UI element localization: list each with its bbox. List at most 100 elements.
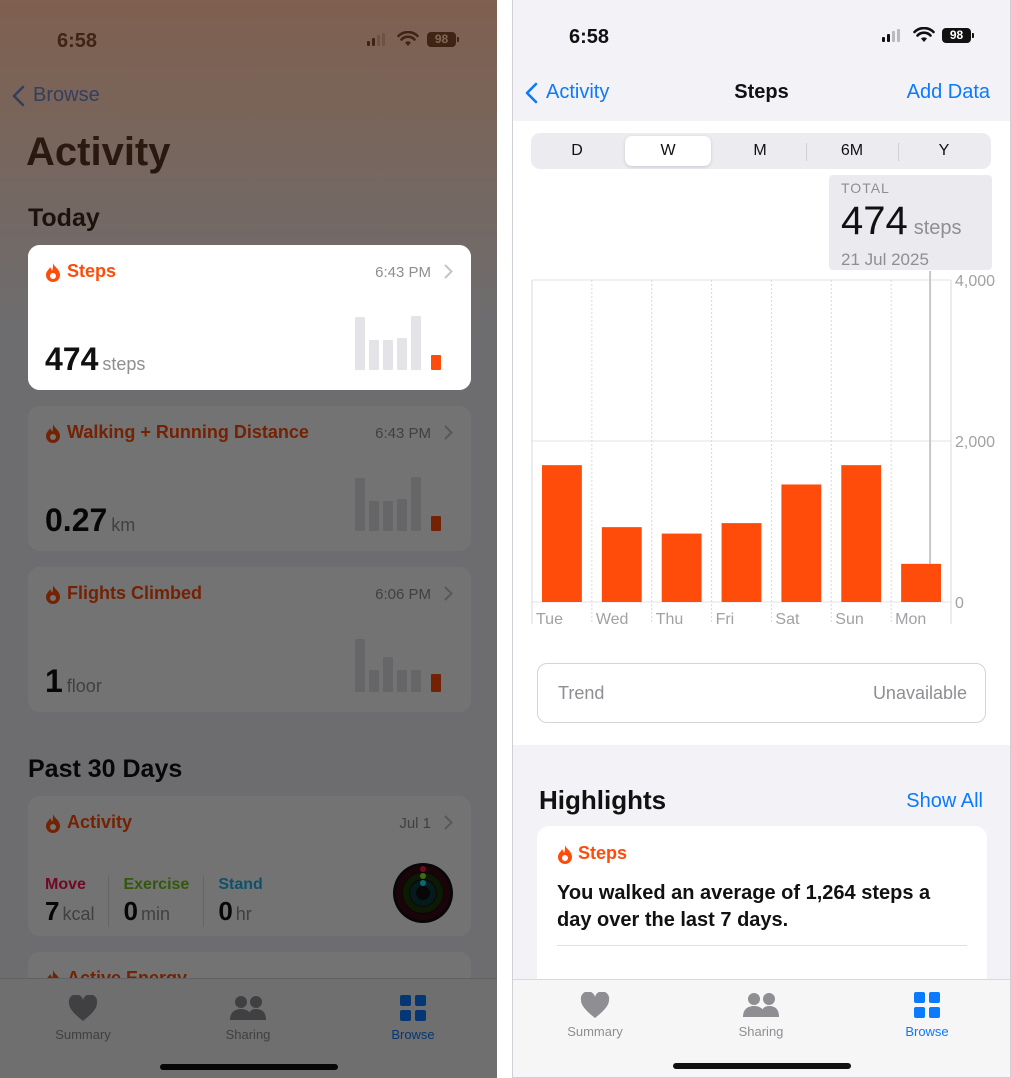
exercise-label: Exercise [123,876,190,893]
screen-divider [497,0,512,1078]
steps-card[interactable]: Steps 6:43 PM 474 steps [28,245,471,390]
segment-month[interactable]: M [717,136,803,166]
home-indicator [160,1064,338,1070]
mini-bar [411,316,421,370]
mini-bar [383,657,393,692]
page-title: Activity [26,130,171,174]
y-tick-label: 4,000 [955,273,995,290]
back-label: Browse [33,84,100,106]
bar [542,465,582,602]
distance-card-value: 0.27 km [45,502,136,538]
x-tick-label: Wed [596,611,629,628]
tab-summary[interactable]: Summary [540,990,650,1039]
mini-bar [369,340,379,370]
segment-6-months[interactable]: 6M [809,136,895,166]
activity-card-time: Jul 1 [399,815,431,832]
battery-icon: 98 [427,32,459,47]
tab-sharing[interactable]: Sharing [193,993,303,1042]
cellular-signal-icon [367,33,385,46]
bar [781,484,822,602]
tab-bar: Summary Sharing Browse [0,978,497,1078]
mini-bar [383,501,393,531]
steps-mini-chart [355,314,451,370]
bar [661,533,702,602]
highlight-card-title: Steps [578,843,628,863]
steps-card-header: Steps [45,261,116,282]
segment-day[interactable]: D [534,136,620,166]
bar [601,527,642,602]
section-today: Today [28,204,100,232]
segment-week[interactable]: W [625,136,711,166]
flights-card[interactable]: Flights Climbed 6:06 PM 1 floor [28,567,471,712]
battery-icon: 98 [942,28,974,43]
distance-card-header: Walking + Running Distance [45,422,309,443]
activity-rings-card[interactable]: Activity Jul 1 Move 7 kcal Exercise 0 min … [28,796,471,936]
steps-card-value: 474 steps [45,341,146,377]
steps-detail-screen: 6:58 98 Activity Steps Add Data D W M 6M… [512,0,1011,1078]
mini-bar [431,516,441,531]
people-icon [230,996,266,1020]
activity-rings-icon [393,863,453,923]
chevron-right-icon [444,264,453,279]
section-past-30-days: Past 30 Days [28,755,183,783]
heart-icon [68,994,98,1021]
highlights-title: Highlights [539,785,667,815]
steps-bar-chart: 4,000 2,000 0 Tue Wed Thu Fri Sat Sun Mon [531,271,995,628]
mini-bar [383,340,393,370]
chevron-left-icon [12,85,25,106]
tab-sharing-label: Sharing [738,1024,784,1039]
tab-sharing[interactable]: Sharing [706,990,816,1039]
status-bar: 6:58 98 [0,24,497,54]
x-tick-label: Sun [835,611,863,628]
x-tick-label: Tue [536,611,563,628]
show-all-link[interactable]: Show All [906,790,983,813]
flame-icon [46,262,60,282]
people-icon [743,993,779,1017]
distance-card-title: Walking + Running Distance [67,422,309,442]
mini-bar [431,355,441,370]
y-tick-label: 0 [955,595,964,612]
exercise-value: 0 min [123,896,170,926]
flame-icon [46,813,60,833]
add-data-button[interactable]: Add Data [907,81,990,104]
status-bar: 6:58 98 [513,20,1010,50]
x-tick-label: Fri [716,611,735,628]
flame-icon [46,584,60,604]
tab-summary-label: Summary [55,1027,111,1042]
activity-card-title: Activity [67,812,133,832]
mini-bar [397,670,407,692]
mini-bar [369,670,379,692]
trend-row[interactable]: Trend Unavailable [537,663,986,723]
wifi-icon [913,27,935,42]
tab-summary-label: Summary [567,1024,623,1039]
distance-card[interactable]: Walking + Running Distance 6:43 PM 0.27 k… [28,406,471,551]
mini-bar [397,338,407,370]
mini-bar [397,499,407,531]
status-time: 6:58 [57,30,98,52]
chevron-right-icon [444,425,453,440]
distance-mini-chart [355,475,451,531]
mini-bar [355,639,365,692]
flights-card-title: Flights Climbed [67,583,202,603]
flights-card-value: 1 floor [45,663,102,699]
trend-value: Unavailable [872,683,967,703]
mini-bar [411,477,421,531]
grid-icon [400,995,426,1021]
activity-browse-screen: 6:58 98 Browse Activity Today Walking + … [0,0,497,1078]
total-date: 21 Jul 2025 [841,250,929,269]
tab-browse[interactable]: Browse [872,990,982,1039]
tab-sharing-label: Sharing [225,1027,271,1042]
status-time: 6:58 [569,26,610,48]
flights-mini-chart [355,636,451,692]
tab-browse-label: Browse [905,1024,949,1039]
flights-card-time: 6:06 PM [375,586,431,603]
mini-bar [411,670,421,692]
segment-year[interactable]: Y [901,136,987,166]
y-tick-label: 2,000 [955,434,995,451]
wifi-icon [397,31,419,46]
bar [901,563,941,602]
steps-card-time: 6:43 PM [375,264,431,281]
tab-browse[interactable]: Browse [358,993,468,1042]
tab-summary[interactable]: Summary [28,993,138,1042]
back-button[interactable]: Browse [12,84,100,107]
